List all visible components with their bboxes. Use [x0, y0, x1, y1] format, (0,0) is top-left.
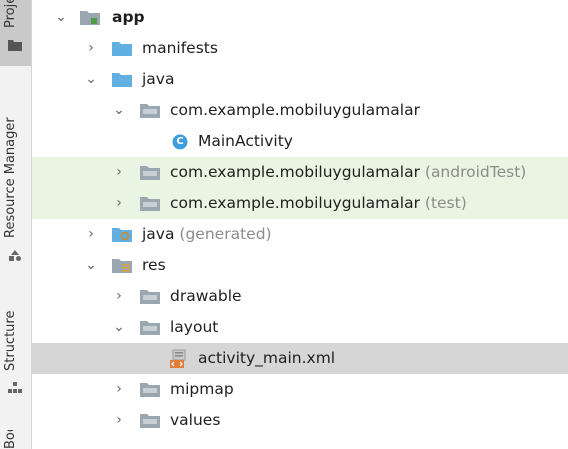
tool-window-strip: Project Resource Manager Structure Bookm… [0, 0, 32, 449]
structure-tab[interactable]: Structure [0, 295, 31, 398]
tree-row-res[interactable]: ⌄ res [32, 250, 568, 281]
package-icon [140, 288, 160, 308]
folder-name: java [142, 225, 175, 243]
project-tree: ⌄ app › manifests ⌄ java ⌄ com.example.m… [32, 0, 568, 449]
tree-row-label: activity_main.xml [198, 349, 336, 367]
tree-row-app[interactable]: ⌄ app [32, 2, 568, 33]
folder-icon [112, 40, 132, 60]
package-icon [140, 195, 160, 215]
tree-row-label: app [112, 8, 145, 26]
tree-row-label: com.example.mobiluygulamalar [170, 101, 420, 119]
tree-row-label: MainActivity [198, 132, 293, 150]
tree-row-label: layout [170, 318, 219, 336]
tree-row-layout[interactable]: ⌄ layout [32, 312, 568, 343]
tree-row-activity-main-xml[interactable]: activity_main.xml [32, 343, 568, 374]
folder-icon [8, 36, 22, 55]
project-tab[interactable]: Project [0, 0, 31, 66]
structure-tab-label: Structure [3, 310, 18, 371]
package-name: com.example.mobiluygulamalar [170, 163, 420, 181]
bookmarks-tab[interactable]: Bookmarks [0, 422, 31, 449]
bookmarks-tab-label: Bookmarks [3, 430, 27, 449]
tree-row-label: values [170, 411, 221, 429]
chevron-down-icon[interactable]: ⌄ [54, 10, 68, 24]
generated-folder-icon [112, 226, 132, 246]
package-icon [140, 164, 160, 184]
generated-suffix: (generated) [179, 225, 272, 243]
package-icon [140, 412, 160, 432]
module-folder-icon [80, 9, 100, 29]
tree-row-mipmap[interactable]: › mipmap [32, 374, 568, 405]
chevron-right-icon[interactable]: › [112, 165, 126, 179]
tree-row-label: res [142, 256, 166, 274]
resource-manager-icon [8, 246, 22, 265]
tree-row-java[interactable]: ⌄ java [32, 64, 568, 95]
layout-xml-icon [170, 349, 190, 373]
tree-row-manifests[interactable]: › manifests [32, 33, 568, 64]
tree-row-label: java (generated) [142, 224, 272, 244]
chevron-right-icon[interactable]: › [112, 196, 126, 210]
tree-row-mainactivity[interactable]: C MainActivity [32, 126, 568, 157]
tree-row-label: java [142, 70, 175, 88]
chevron-right-icon[interactable]: › [112, 413, 126, 427]
class-icon: C [172, 134, 188, 154]
tree-row-values[interactable]: › values [32, 405, 568, 436]
resource-folder-icon [112, 257, 132, 277]
chevron-down-icon[interactable]: ⌄ [112, 320, 126, 334]
resource-manager-tab-label: Resource Manager [3, 117, 18, 238]
chevron-right-icon[interactable]: › [112, 382, 126, 396]
class-glyph: C [176, 136, 184, 147]
tree-row-package-main[interactable]: ⌄ com.example.mobiluygulamalar [32, 95, 568, 126]
chevron-right-icon[interactable]: › [112, 289, 126, 303]
project-tab-label: Project [3, 0, 18, 28]
tree-row-java-generated[interactable]: › java (generated) [32, 219, 568, 250]
chevron-right-icon[interactable]: › [84, 227, 98, 241]
structure-icon [8, 379, 22, 398]
chevron-right-icon[interactable]: › [84, 41, 98, 55]
tree-row-label: com.example.mobiluygulamalar (test) [170, 193, 467, 213]
package-icon [140, 381, 160, 401]
tree-row-label: manifests [142, 39, 218, 57]
chevron-down-icon[interactable]: ⌄ [84, 72, 98, 86]
chevron-down-icon[interactable]: ⌄ [112, 103, 126, 117]
package-name: com.example.mobiluygulamalar [170, 194, 420, 212]
source-set-suffix: (test) [424, 194, 467, 212]
tree-row-package-androidtest[interactable]: › com.example.mobiluygulamalar (androidT… [32, 157, 568, 188]
source-set-suffix: (androidTest) [424, 163, 527, 181]
tree-row-label: mipmap [170, 380, 234, 398]
chevron-down-icon[interactable]: ⌄ [84, 258, 98, 272]
resource-manager-tab[interactable]: Resource Manager [0, 88, 31, 263]
tree-row-package-test[interactable]: › com.example.mobiluygulamalar (test) [32, 188, 568, 219]
tree-row-drawable[interactable]: › drawable [32, 281, 568, 312]
package-icon [140, 319, 160, 339]
tree-row-label: com.example.mobiluygulamalar (androidTes… [170, 162, 526, 182]
source-folder-icon [112, 71, 132, 91]
tree-row-label: drawable [170, 287, 242, 305]
package-icon [140, 102, 160, 122]
